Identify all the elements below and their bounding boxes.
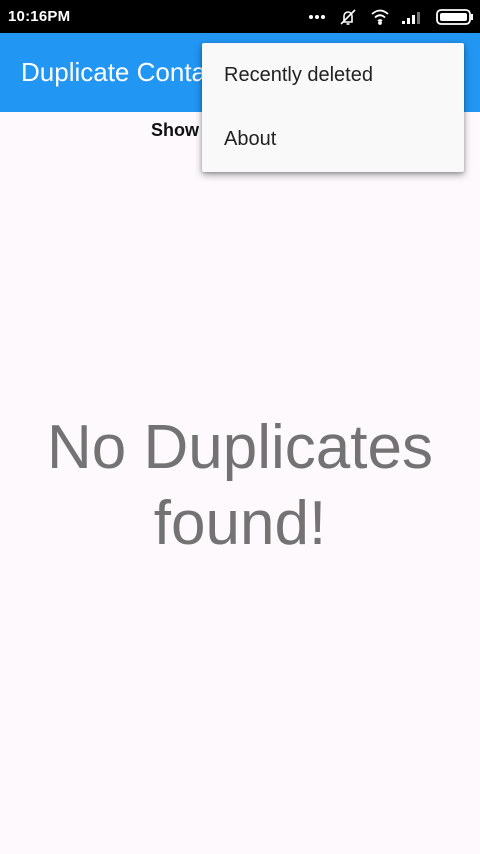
empty-state-message: No Duplicates found! [0, 410, 480, 562]
empty-state-line-1: No Duplicates [47, 413, 433, 482]
signal-icon [402, 10, 424, 24]
menu-item-recently-deleted[interactable]: Recently deleted [202, 43, 464, 107]
overflow-menu: Recently deleted About [202, 43, 464, 172]
status-bar: 10:16PM [0, 0, 480, 33]
empty-state-line-2: found! [153, 489, 327, 558]
more-dots-icon [308, 14, 326, 20]
wifi-icon [370, 9, 390, 25]
status-icons [308, 6, 474, 28]
vibrate-off-icon [338, 7, 358, 27]
battery-icon [436, 9, 474, 25]
menu-item-about[interactable]: About [202, 107, 464, 171]
status-time: 10:16PM [8, 8, 71, 25]
show-toggle-label[interactable]: Show [151, 120, 199, 141]
app-title: Duplicate Conta [21, 57, 206, 87]
